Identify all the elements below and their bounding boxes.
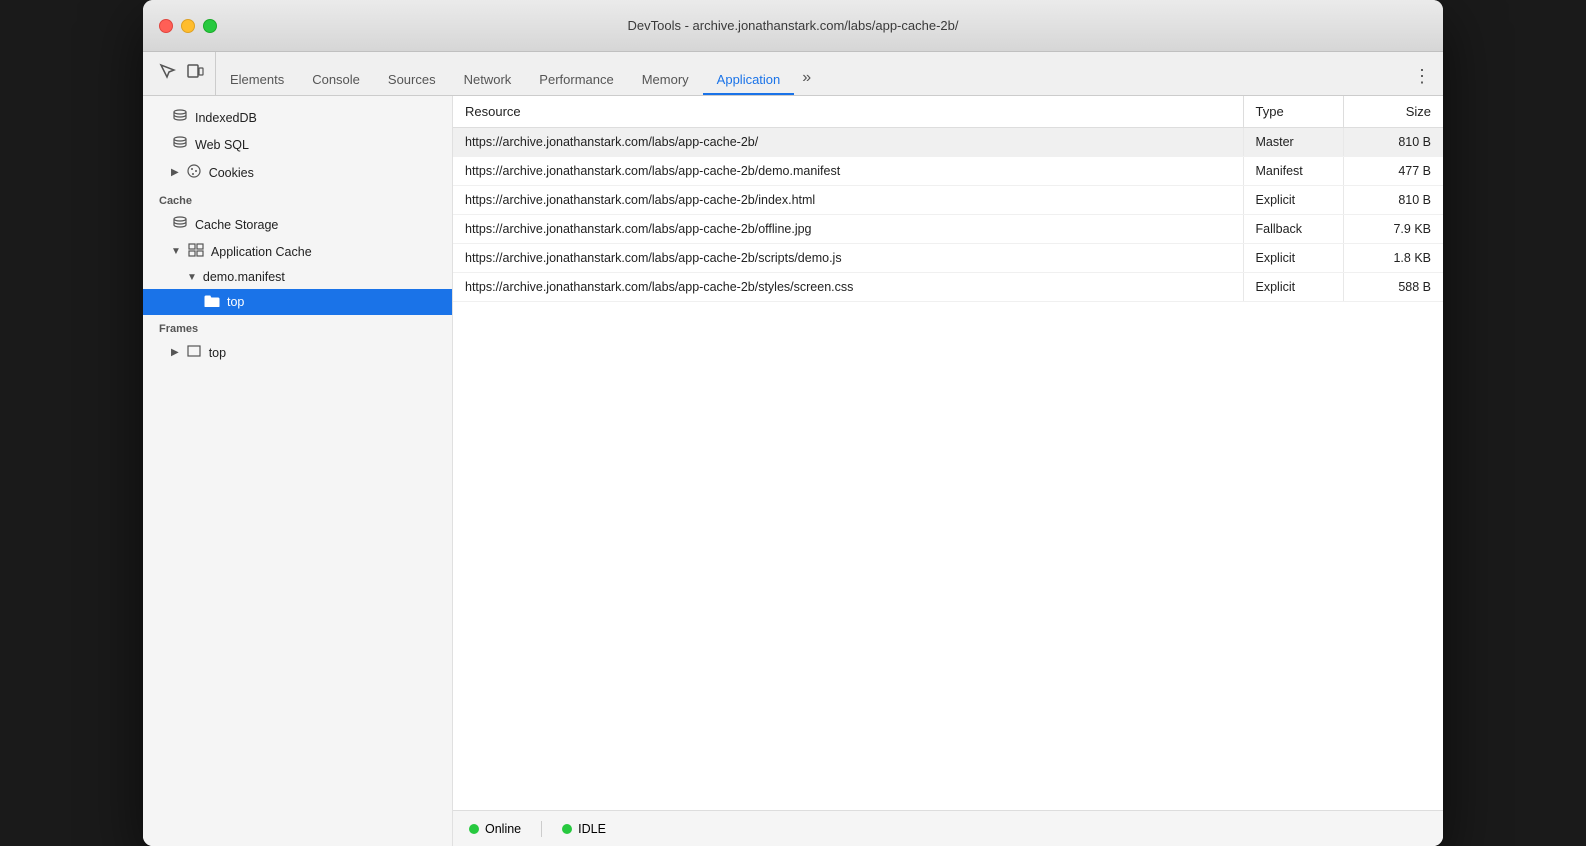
expand-arrow-icon-2: ▼ <box>171 246 181 257</box>
type-cell: Explicit <box>1243 244 1343 273</box>
minimize-button[interactable] <box>181 19 195 33</box>
table-row[interactable]: https://archive.jonathanstark.com/labs/a… <box>453 186 1443 215</box>
type-cell: Explicit <box>1243 186 1343 215</box>
status-bar: Online IDLE <box>453 810 1443 846</box>
device-toggle-icon[interactable] <box>183 59 207 83</box>
sidebar-item-label: Application Cache <box>211 245 312 259</box>
window-title: DevTools - archive.jonathanstark.com/lab… <box>628 18 959 33</box>
main-content: IndexedDB Web SQL ▶ Cookies Cache <box>143 96 1443 846</box>
idle-indicator: IDLE <box>562 822 606 836</box>
tab-console[interactable]: Console <box>298 66 374 95</box>
sidebar-item-websql[interactable]: Web SQL <box>143 131 452 158</box>
db-icon-2 <box>171 136 189 153</box>
col-header-size: Size <box>1343 96 1443 128</box>
tab-elements[interactable]: Elements <box>216 66 298 95</box>
tab-application[interactable]: Application <box>703 66 795 95</box>
sidebar-section-frames: Frames <box>143 315 452 339</box>
tab-sources[interactable]: Sources <box>374 66 450 95</box>
tab-performance[interactable]: Performance <box>525 66 627 95</box>
size-cell: 588 B <box>1343 273 1443 302</box>
inspect-icon[interactable] <box>155 59 179 83</box>
resource-cell: https://archive.jonathanstark.com/labs/a… <box>453 128 1243 157</box>
sidebar-item-label: demo.manifest <box>203 270 285 284</box>
cookie-icon <box>185 163 203 182</box>
maximize-button[interactable] <box>203 19 217 33</box>
sidebar-item-indexeddb[interactable]: IndexedDB <box>143 104 452 131</box>
idle-label: IDLE <box>578 822 606 836</box>
resource-table: Resource Type Size https://archive.jonat… <box>453 96 1443 810</box>
status-divider <box>541 821 542 837</box>
type-cell: Fallback <box>1243 215 1343 244</box>
resource-cell: https://archive.jonathanstark.com/labs/a… <box>453 244 1243 273</box>
table-row[interactable]: https://archive.jonathanstark.com/labs/a… <box>453 215 1443 244</box>
sidebar-item-frames-top[interactable]: ▶ top <box>143 339 452 366</box>
sidebar: IndexedDB Web SQL ▶ Cookies Cache <box>143 96 453 846</box>
tab-memory[interactable]: Memory <box>628 66 703 95</box>
online-indicator: Online <box>469 822 521 836</box>
size-cell: 477 B <box>1343 157 1443 186</box>
sidebar-item-top[interactable]: top <box>143 289 452 315</box>
sidebar-item-cookies[interactable]: ▶ Cookies <box>143 158 452 187</box>
close-button[interactable] <box>159 19 173 33</box>
idle-dot <box>562 824 572 834</box>
traffic-lights <box>143 19 217 33</box>
col-header-type: Type <box>1243 96 1343 128</box>
table-row[interactable]: https://archive.jonathanstark.com/labs/a… <box>453 244 1443 273</box>
col-header-resource: Resource <box>453 96 1243 128</box>
type-cell: Explicit <box>1243 273 1343 302</box>
size-cell: 1.8 KB <box>1343 244 1443 273</box>
more-tabs-button[interactable]: » <box>794 69 819 95</box>
size-cell: 810 B <box>1343 186 1443 215</box>
db-icon <box>171 109 189 126</box>
resource-cell: https://archive.jonathanstark.com/labs/a… <box>453 186 1243 215</box>
resource-cell: https://archive.jonathanstark.com/labs/a… <box>453 157 1243 186</box>
devtools-window: DevTools - archive.jonathanstark.com/lab… <box>143 0 1443 846</box>
sidebar-item-label: top <box>227 295 244 309</box>
db-icon-3 <box>171 216 189 233</box>
sidebar-item-demo-manifest[interactable]: ▼ demo.manifest <box>143 265 452 289</box>
sidebar-item-label: Cache Storage <box>195 218 278 232</box>
tab-network[interactable]: Network <box>450 66 526 95</box>
table-row[interactable]: https://archive.jonathanstark.com/labs/a… <box>453 128 1443 157</box>
type-cell: Master <box>1243 128 1343 157</box>
table-row[interactable]: https://archive.jonathanstark.com/labs/a… <box>453 157 1443 186</box>
size-cell: 810 B <box>1343 128 1443 157</box>
sidebar-item-cache-storage[interactable]: Cache Storage <box>143 211 452 238</box>
right-panel: Resource Type Size https://archive.jonat… <box>453 96 1443 846</box>
sidebar-item-label: top <box>209 346 226 360</box>
tab-bar-icons <box>147 52 216 95</box>
folder-icon <box>203 294 221 310</box>
devtools-menu-button[interactable]: ⋮ <box>1405 66 1439 95</box>
resource-data-table: Resource Type Size https://archive.jonat… <box>453 96 1443 302</box>
sidebar-item-label: Cookies <box>209 166 254 180</box>
resource-cell: https://archive.jonathanstark.com/labs/a… <box>453 273 1243 302</box>
resource-cell: https://archive.jonathanstark.com/labs/a… <box>453 215 1243 244</box>
sidebar-item-label: Web SQL <box>195 138 249 152</box>
type-cell: Manifest <box>1243 157 1343 186</box>
grid-icon <box>187 243 205 260</box>
title-bar: DevTools - archive.jonathanstark.com/lab… <box>143 0 1443 52</box>
expand-arrow-icon-3: ▼ <box>187 272 197 283</box>
sidebar-section-cache: Cache <box>143 187 452 211</box>
table-row[interactable]: https://archive.jonathanstark.com/labs/a… <box>453 273 1443 302</box>
tab-bar: Elements Console Sources Network Perform… <box>143 52 1443 96</box>
expand-arrow-icon-4: ▶ <box>171 347 179 358</box>
frame-icon <box>185 344 203 361</box>
sidebar-item-label: IndexedDB <box>195 111 257 125</box>
online-label: Online <box>485 822 521 836</box>
expand-arrow-icon: ▶ <box>171 167 179 178</box>
sidebar-item-application-cache[interactable]: ▼ Application Cache <box>143 238 452 265</box>
online-dot <box>469 824 479 834</box>
size-cell: 7.9 KB <box>1343 215 1443 244</box>
